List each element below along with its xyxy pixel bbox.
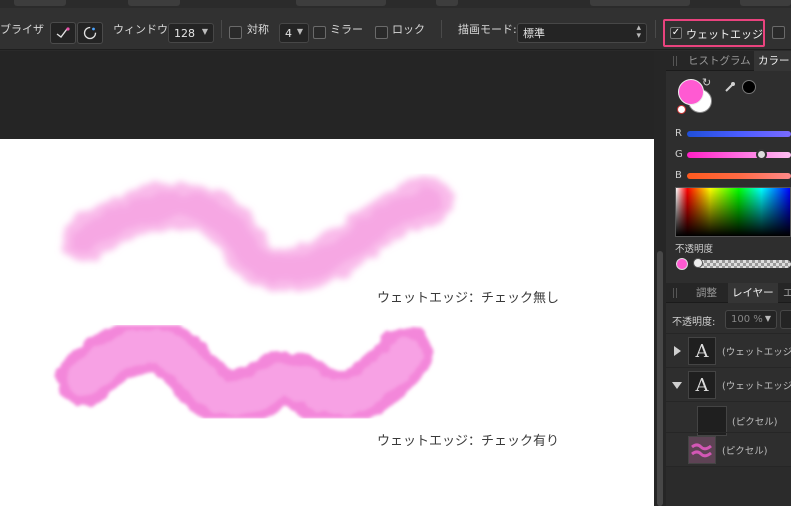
lock-label: ロック: [392, 23, 425, 36]
workspace-background: [0, 51, 654, 139]
vertical-scrollbar[interactable]: [654, 51, 666, 506]
layer-name: (ピクセル): [722, 446, 768, 457]
wet-edges-checkbox[interactable]: ✓: [670, 27, 682, 39]
document-canvas[interactable]: ウェットエッジ：チェック無し ウェットエッジ：チェック有り: [0, 139, 654, 506]
layer-opacity-select[interactable]: 100 % ▼: [725, 310, 777, 329]
window-mode-icon: [83, 26, 97, 40]
window-label: ウィンドウ:: [113, 23, 172, 36]
red-slider[interactable]: [687, 131, 791, 137]
toolbar-divider: [221, 20, 222, 38]
green-slider-handle[interactable]: [755, 149, 767, 160]
color-opacity-label: 不透明度: [675, 244, 714, 255]
layer-opacity-label: 不透明度:: [672, 317, 716, 328]
chevron-down-icon: ▼: [296, 27, 303, 36]
top-strip-button[interactable]: [436, 0, 458, 6]
tab-layers[interactable]: レイヤー: [728, 283, 778, 303]
lock-checkbox[interactable]: [375, 26, 388, 39]
stroke-without-wet-edges: [62, 178, 453, 293]
layer-name: (ウェットエッジ: [722, 381, 791, 392]
scrollbar-thumb[interactable]: [657, 251, 663, 506]
top-strip-button[interactable]: [590, 0, 690, 6]
color-spectrum[interactable]: [675, 187, 791, 237]
symmetry-checkbox[interactable]: [229, 26, 242, 39]
blend-mode-mini-select[interactable]: [780, 310, 791, 329]
tab-histogram[interactable]: ヒストグラム: [688, 51, 751, 71]
panel-grip-icon[interactable]: [673, 56, 677, 66]
channel-g-label: G: [675, 149, 683, 160]
blue-slider[interactable]: [687, 173, 791, 179]
stroke-with-wet-edges: [57, 317, 433, 426]
green-slider[interactable]: [687, 152, 791, 158]
opacity-color-swatch: [676, 258, 688, 270]
layer-opacity-value: 100 %: [731, 314, 763, 325]
wet-edges-label[interactable]: ウェットエッジ: [686, 26, 763, 42]
blend-mode-select[interactable]: 標準 ▴ ▾: [517, 23, 647, 43]
stabilizer-label: ブライザ: [0, 23, 44, 36]
text-layer-thumbnail: A: [688, 371, 716, 399]
window-size-select[interactable]: 128 ▼: [168, 23, 214, 43]
blend-mode-label: 描画モード:: [458, 23, 517, 36]
symmetry-count-value: 4: [285, 26, 292, 40]
extra-checkbox[interactable]: [772, 26, 785, 39]
chevron-down-icon: ▼: [201, 27, 208, 36]
layer-row[interactable]: A (ウェットエッジ: [666, 367, 791, 401]
rope-icon: [56, 27, 70, 38]
brush-strokes: [57, 178, 453, 426]
window-size-value: 128: [174, 26, 195, 40]
picked-color-swatch[interactable]: [742, 80, 756, 94]
expand-arrow-icon[interactable]: [674, 346, 681, 356]
layer-row[interactable]: (ピクセル): [666, 432, 791, 466]
symmetry-label: 対称: [247, 23, 269, 36]
tab-effects[interactable]: エ: [783, 283, 791, 303]
panel-grip-icon[interactable]: [673, 288, 677, 298]
top-strip-button[interactable]: [128, 0, 180, 6]
top-strip: [0, 0, 791, 8]
channel-r-label: R: [675, 128, 682, 139]
no-color-icon[interactable]: [677, 105, 686, 114]
layer-name: (ウェットエッジ: [722, 347, 791, 358]
opacity-slider-handle[interactable]: [693, 258, 703, 268]
top-strip-button[interactable]: [14, 0, 66, 6]
caption-with-wet-edges: ウェットエッジ：チェック有り: [377, 434, 560, 449]
color-panel-tabs: ヒストグラム カラー: [666, 51, 791, 71]
color-picker-icon[interactable]: [724, 81, 736, 93]
opacity-slider[interactable]: [693, 258, 791, 268]
toolbar-divider: [655, 20, 656, 38]
stepper-arrows-icon: ▴ ▾: [636, 23, 641, 41]
studio-panel: ヒストグラム カラー ↻ R G B 不透明度 調整 レイヤー エ 不透明度: …: [666, 51, 791, 506]
rope-mode-button[interactable]: [50, 22, 76, 44]
tab-adjustments[interactable]: 調整: [696, 283, 717, 303]
collapse-arrow-icon[interactable]: [672, 382, 682, 389]
primary-color-swatch[interactable]: [678, 79, 704, 105]
tab-color[interactable]: カラー: [754, 51, 791, 71]
top-strip-button[interactable]: [296, 0, 386, 6]
top-strip-button[interactable]: [740, 0, 791, 6]
symmetry-count-select[interactable]: 4 ▼: [279, 23, 309, 43]
wet-edges-highlight: ✓ ウェットエッジ: [663, 19, 765, 47]
layer-row[interactable]: A (ウェットエッジ: [666, 333, 791, 367]
caption-without-wet-edges: ウェットエッジ：チェック無し: [377, 291, 560, 306]
chevron-down-icon: ▼: [764, 314, 771, 323]
layer-name: (ピクセル): [732, 417, 778, 428]
mirror-checkbox[interactable]: [313, 26, 326, 39]
swap-colors-icon[interactable]: ↻: [702, 76, 711, 89]
mirror-label: ミラー: [330, 23, 363, 36]
toolbar-divider: [441, 20, 442, 38]
blend-mode-value: 標準: [523, 27, 545, 40]
channel-b-label: B: [675, 170, 682, 181]
brush-stroke-thumb-icon: [691, 443, 712, 458]
window-mode-button[interactable]: [77, 22, 103, 44]
text-layer-thumbnail: A: [688, 337, 716, 365]
pixel-layer-thumbnail: [688, 436, 716, 464]
layers-panel-tabs: 調整 レイヤー エ: [666, 283, 791, 303]
layers-empty-area: [666, 466, 791, 506]
